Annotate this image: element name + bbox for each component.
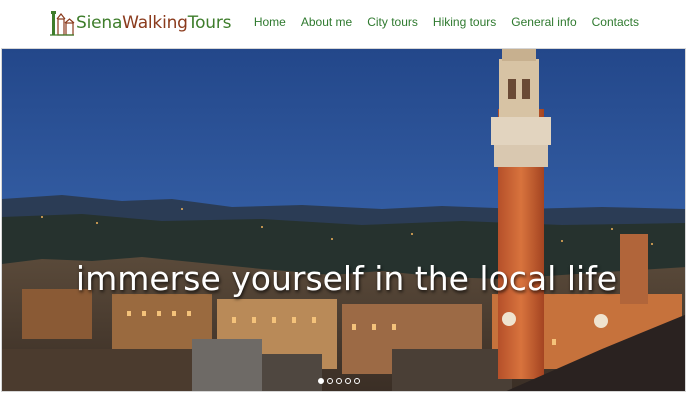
- slider-dot-2[interactable]: [327, 378, 333, 384]
- hero-slider[interactable]: immerse yourself in the local life: [1, 48, 686, 392]
- page-below-hero: [0, 392, 687, 412]
- slider-dot-5[interactable]: [354, 378, 360, 384]
- nav-contacts[interactable]: Contacts: [592, 14, 639, 30]
- site-header: SienaWalkingTours Home About me City tou…: [0, 0, 687, 48]
- slider-dot-3[interactable]: [336, 378, 342, 384]
- slider-pagination: [318, 378, 360, 384]
- nav-hiking-tours[interactable]: Hiking tours: [433, 14, 496, 30]
- main-nav: Home About me City tours Hiking tours Ge…: [239, 14, 639, 30]
- nav-about-me[interactable]: About me: [301, 14, 352, 30]
- nav-city-tours[interactable]: City tours: [367, 14, 418, 30]
- site-logo-text: SienaWalkingTours: [76, 13, 232, 33]
- site-logo[interactable]: SienaWalkingTours: [49, 8, 232, 38]
- hero-image: [2, 49, 685, 391]
- hero-caption: immerse yourself in the local life: [75, 259, 618, 298]
- nav-home[interactable]: Home: [254, 14, 286, 30]
- tower-logo-icon: [50, 11, 75, 36]
- slider-dot-4[interactable]: [345, 378, 351, 384]
- slider-dot-1[interactable]: [318, 378, 324, 384]
- nav-general-info[interactable]: General info: [511, 14, 576, 30]
